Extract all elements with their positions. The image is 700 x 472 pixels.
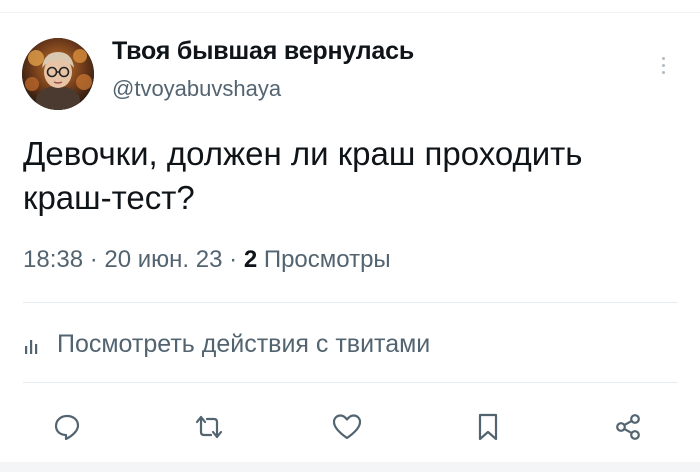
author-display-name[interactable]: Твоя бывшая вернулась: [112, 37, 414, 66]
tweet-date[interactable]: 20 июн. 23: [104, 246, 222, 273]
bookmark-icon: [478, 413, 498, 441]
like-button[interactable]: [330, 410, 364, 444]
meta-separator: ·: [229, 246, 244, 273]
reply-icon: [54, 414, 80, 441]
bookmark-button[interactable]: [471, 410, 505, 444]
avatar-image: [22, 38, 94, 110]
activity-label: Посмотреть действия с твитами: [57, 330, 431, 358]
more-dot-icon: [661, 63, 665, 67]
meta-separator: ·: [89, 246, 105, 273]
share-icon: [616, 414, 640, 440]
views-label: Просмотры: [263, 246, 391, 273]
more-options-button[interactable]: [650, 50, 676, 80]
divider: [23, 382, 678, 383]
views-count: 2: [243, 246, 264, 273]
reply-button[interactable]: [50, 410, 84, 444]
bottom-strip: [0, 462, 700, 472]
share-button[interactable]: [611, 410, 645, 444]
view-tweet-activity-link[interactable]: Посмотреть действия с твитами: [23, 330, 430, 359]
top-divider: [0, 12, 700, 13]
retweet-button[interactable]: [192, 410, 226, 444]
tweet-text: Девочки, должен ли краш проходить краш-т…: [23, 132, 683, 220]
avatar[interactable]: [22, 38, 94, 110]
tweet-time[interactable]: 18:38: [23, 246, 83, 273]
tweet-meta: 18:38 · 20 июн. 23 · 2 Просмотры: [23, 246, 391, 274]
more-dot-icon: [661, 70, 665, 74]
analytics-icon: [25, 339, 38, 354]
divider: [23, 302, 678, 303]
tweet-text-line: краш-тест?: [23, 179, 195, 216]
retweet-icon: [195, 415, 223, 439]
tweet-text-line: Девочки, должен ли краш проходить: [23, 135, 583, 172]
author-handle[interactable]: @tvoyabuvshaya: [112, 76, 281, 102]
more-dot-icon: [661, 56, 665, 60]
like-icon: [332, 414, 362, 440]
